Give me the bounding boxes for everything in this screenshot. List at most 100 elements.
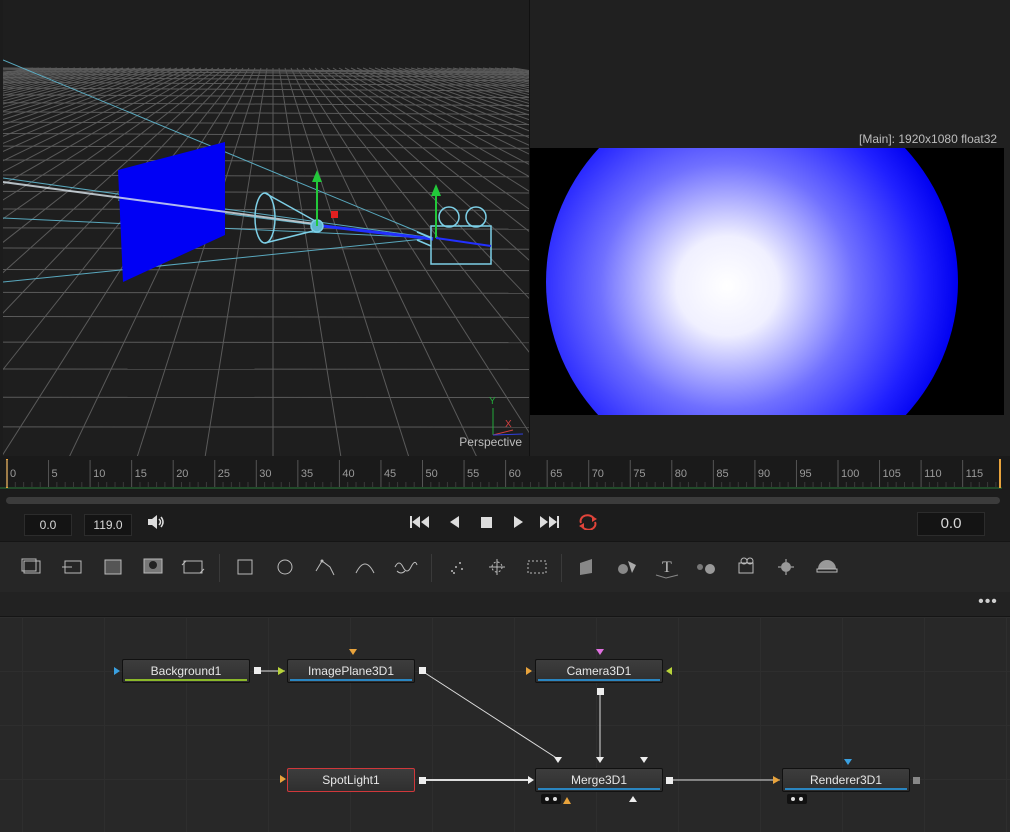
playhead-end-marker (999, 459, 1001, 488)
timeline-tick-label: 95 (799, 468, 811, 480)
timeline-ruler[interactable]: 0 5 10 15 20 25 30 35 40 45 50 55 60 65 70 75 80 85 90 95 10… (0, 456, 1010, 490)
node-background[interactable]: Background1 (122, 659, 250, 683)
node-connections (114, 649, 920, 804)
timeline-tick-label: 45 (384, 468, 396, 480)
renderer-3d-icon[interactable] (814, 555, 840, 579)
skip-to-start-icon[interactable] (408, 514, 432, 536)
rendered-image (530, 148, 1004, 415)
camera-3d-icon[interactable] (734, 555, 760, 579)
shape-3d-icon[interactable] (614, 555, 640, 579)
text-3d-icon[interactable]: T (654, 555, 680, 579)
grid-line (3, 67, 40, 75)
timeline-tick-label: 50 (426, 468, 438, 480)
svg-text:T: T (662, 559, 672, 576)
svg-text:X: X (505, 419, 512, 430)
timeline-tick-label: 30 (259, 468, 271, 480)
timeline-tick-label: 20 (176, 468, 188, 480)
timeline-tick-label: 60 (509, 468, 521, 480)
ellipse-mask-icon[interactable] (272, 555, 298, 579)
render-start-field[interactable]: 0.0 (24, 514, 72, 536)
background-tool-icon[interactable] (20, 555, 46, 579)
node-label: SpotLight1 (322, 773, 380, 787)
loop-icon[interactable] (576, 514, 600, 536)
current-time-field[interactable]: 0.0 (917, 512, 985, 536)
paint-mask-icon[interactable] (392, 555, 418, 579)
toolbar-separator (561, 554, 562, 582)
node-editor-header: ••• (0, 592, 1010, 617)
transform-tool-icon[interactable] (180, 555, 206, 579)
grid-line (3, 159, 529, 163)
merge-3d-icon[interactable] (694, 555, 720, 579)
rectangle-mask-icon[interactable] (232, 555, 258, 579)
grid-line (3, 341, 529, 344)
timeline-tick-label: 5 (52, 468, 58, 480)
toolbar-separator (431, 554, 432, 582)
timeline-scrollbar[interactable] (6, 497, 1000, 504)
tools-toolbar: T (0, 541, 1010, 593)
timeline-tick-label: 110 (924, 468, 942, 480)
timeline-tick-label: 55 (467, 468, 479, 480)
node-editor[interactable]: Background1 ImagePlane3D1 Camera3D1 Spot… (0, 617, 1010, 832)
svg-text:Y: Y (489, 396, 496, 407)
grid-line (3, 174, 529, 178)
text-tool-icon[interactable] (100, 555, 126, 579)
toolbar-separator (219, 554, 220, 582)
grid-line (3, 67, 64, 80)
timeline-tick-label: 25 (218, 468, 230, 480)
node-merge3d[interactable]: Merge3D1 (535, 768, 663, 792)
timeline-tick-label: 40 (342, 468, 354, 480)
paint-tool-icon[interactable] (60, 555, 86, 579)
ruler-ticks: 0 5 10 15 20 25 30 35 40 45 50 55 60 65 70 75 80 85 90 95 10… (0, 459, 1002, 489)
timeline-tick-label: 90 (758, 468, 770, 480)
particle-emitter-icon[interactable] (444, 555, 470, 579)
node-label: ImagePlane3D1 (307, 664, 395, 678)
grid-line (3, 145, 529, 149)
grid-line (3, 316, 529, 318)
grid-line (3, 67, 94, 88)
light-3d-icon[interactable] (774, 555, 800, 579)
timeline-tick-label: 115 (966, 468, 984, 480)
timeline-tick-label: 105 (883, 468, 901, 480)
timeline-tick-label: 80 (675, 468, 687, 480)
viewer-mode-label: Perspective (459, 435, 522, 449)
node-camera3d[interactable]: Camera3D1 (535, 659, 663, 683)
timeline-tick-label: 65 (550, 468, 562, 480)
node-spotlight[interactable]: SpotLight1 (287, 768, 415, 792)
node-label: Renderer3D1 (809, 773, 883, 787)
play-reverse-icon[interactable] (442, 514, 466, 536)
grid-line (3, 291, 529, 294)
particle-render-icon[interactable] (484, 555, 510, 579)
node-label: Background1 (150, 664, 222, 678)
timeline-tick-label: 75 (633, 468, 645, 480)
render-end-field[interactable]: 119.0 (84, 514, 132, 536)
grid-line (3, 208, 529, 211)
3d-viewer-perspective[interactable]: Y X Perspective (3, 0, 529, 456)
node-label: Camera3D1 (566, 664, 632, 678)
node-imageplane3d[interactable]: ImagePlane3D1 (287, 659, 415, 683)
timeline-tick-label: 15 (135, 468, 147, 480)
grid-line (3, 133, 529, 137)
node-renderer3d[interactable]: Renderer3D1 (782, 768, 910, 792)
timeline-tick-label: 85 (716, 468, 728, 480)
grid-line (3, 227, 529, 230)
perspective-scene: Y X (3, 59, 529, 456)
polygon-mask-icon[interactable] (312, 555, 338, 579)
more-options-button[interactable]: ••• (974, 594, 1002, 614)
2d-viewer-main[interactable]: [Main]: 1920x1080 float32 (530, 0, 1010, 456)
timeline-tick-label: 0 (10, 468, 16, 480)
skip-to-end-icon[interactable] (536, 514, 562, 536)
merge-tool-icon[interactable] (140, 555, 166, 579)
play-icon[interactable] (506, 514, 530, 536)
particle-style-icon[interactable] (524, 555, 550, 579)
speaker-icon[interactable] (144, 514, 168, 536)
timeline-tick-label: 35 (301, 468, 313, 480)
timeline-tick-label: 100 (841, 468, 859, 480)
timeline-tick-label: 70 (592, 468, 604, 480)
grid-line (3, 111, 529, 115)
image-plane-3d-icon[interactable] (574, 555, 600, 579)
grid-line (3, 247, 529, 250)
bspline-mask-icon[interactable] (352, 555, 378, 579)
timeline-tick-label: 10 (93, 468, 105, 480)
stop-icon[interactable] (474, 514, 498, 536)
node-label: Merge3D1 (570, 773, 628, 787)
